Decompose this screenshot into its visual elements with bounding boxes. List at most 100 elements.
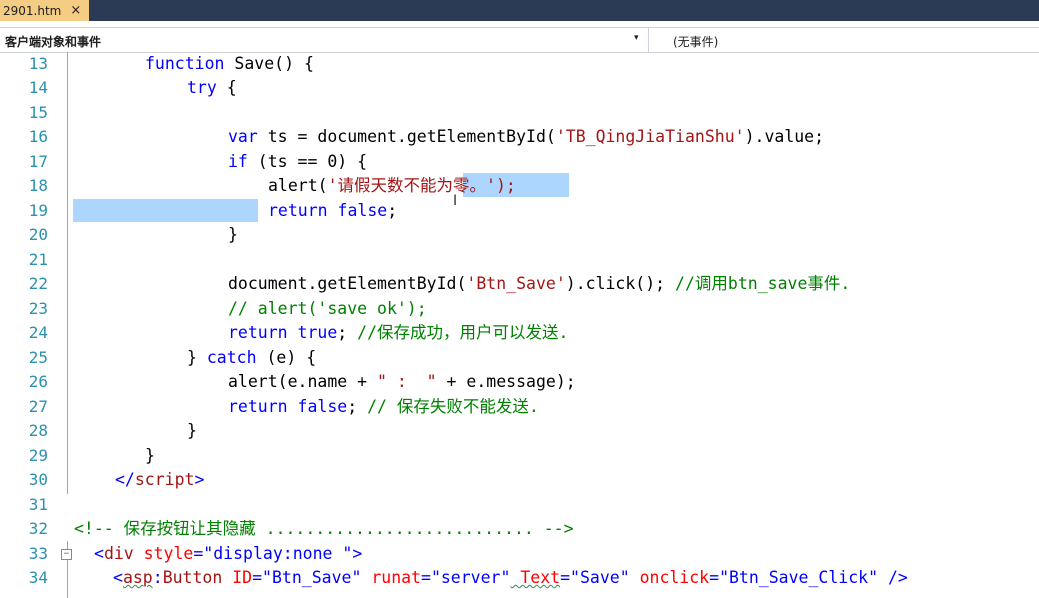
line-number: 23 — [28, 299, 48, 318]
line-number: 22 — [28, 274, 48, 293]
line-number: 26 — [28, 372, 48, 391]
code-text: (ts == 0) { — [247, 152, 368, 171]
code-text: + e.message); — [436, 372, 576, 391]
equals-sign: = — [421, 568, 431, 587]
code-text: } — [187, 348, 207, 367]
code-text: ; — [387, 201, 398, 220]
attribute-value: "Save" — [570, 568, 630, 587]
code-text: ; — [347, 397, 368, 416]
dropdown-arrow-icon[interactable]: ▾ — [634, 33, 639, 43]
line-number: 33 — [28, 544, 48, 563]
tag-name: Button — [162, 568, 223, 587]
close-tab-icon[interactable]: × — [70, 3, 81, 18]
events-dropdown[interactable]: (无事件) — [649, 28, 1039, 52]
attribute-value: "Btn_Save" — [262, 568, 362, 587]
attribute-name: onclick — [629, 568, 710, 587]
keyword: true — [287, 323, 338, 342]
client-objects-dropdown[interactable]: 客户端对象和事件 ▾ — [0, 28, 649, 52]
text-selection — [73, 199, 258, 222]
tag-bracket: < — [113, 568, 123, 587]
tag-bracket: > — [352, 544, 363, 563]
code-text: ).value; — [744, 127, 825, 146]
code-text: } — [187, 421, 197, 440]
attribute-name: Text — [510, 568, 561, 587]
tag-bracket: /> — [878, 568, 908, 587]
line-number: 30 — [28, 470, 48, 489]
tag-prefix: asp — [122, 568, 153, 587]
code-line-19: return false; — [268, 199, 397, 223]
indent-guide — [67, 52, 68, 494]
line-number: 13 — [28, 54, 48, 73]
code-line-25: } catch (e) { — [187, 346, 316, 370]
code-line-23: // alert('save ok'); — [228, 297, 427, 321]
text-cursor-icon: I — [453, 193, 458, 209]
code-line-32: <!-- 保存按钮让其隐藏 ..........................… — [74, 517, 574, 541]
comment: //调用btn_save事件. — [675, 274, 851, 293]
code-line-28: } — [187, 419, 197, 443]
code-text: } — [228, 225, 238, 244]
attribute-name: style — [133, 544, 194, 563]
code-line-34: <asp:Button ID="Btn_Save" runat="server"… — [113, 566, 908, 590]
keyword: try — [187, 78, 217, 97]
code-text: { — [216, 78, 237, 97]
line-number: 25 — [28, 348, 48, 367]
keyword: return — [268, 201, 328, 220]
line-number: 32 — [28, 519, 48, 538]
keyword: return — [228, 323, 288, 342]
code-text: } — [145, 446, 155, 465]
tag-bracket: < — [94, 544, 104, 563]
line-number: 16 — [28, 127, 48, 146]
code-text: ; — [337, 323, 358, 342]
tag-bracket: </ — [115, 470, 135, 489]
line-number: 17 — [28, 152, 48, 171]
code-line-33: <div style="display:none "> — [94, 542, 362, 566]
code-line-17: if (ts == 0) { — [228, 150, 367, 174]
line-number: 29 — [28, 446, 48, 465]
equals-sign: = — [560, 568, 571, 587]
events-dropdown-label: (无事件) — [673, 35, 719, 49]
code-line-29: } — [145, 444, 155, 468]
line-number: 31 — [28, 495, 48, 514]
line-number: 19 — [28, 201, 48, 220]
keyword: var — [228, 127, 258, 146]
code-line-16: var ts = document.getElementById('TB_Qin… — [228, 125, 824, 149]
tag-colon: : — [152, 568, 163, 587]
file-tab-title: 2901.htm — [3, 3, 62, 18]
code-line-30: </script> — [115, 468, 204, 492]
line-number: 15 — [28, 103, 48, 122]
keyword: false — [287, 397, 348, 416]
attribute-value: "display:none " — [203, 544, 353, 563]
attribute-value: "server" — [430, 568, 511, 587]
comment: // 保存失败不能发送. — [367, 397, 539, 416]
line-number: 28 — [28, 421, 48, 440]
code-text: ).click(); — [565, 274, 676, 293]
string-literal: '请假天数不能 — [327, 176, 437, 195]
code-editor[interactable]: 13 14 15 16 17 18 19 20 21 22 23 24 25 2… — [0, 52, 1039, 598]
code-line-13: function Save() { — [145, 52, 314, 76]
string-literal: 'Btn_Save' — [466, 274, 566, 293]
line-number: 21 — [28, 250, 48, 269]
attribute-name: runat — [361, 568, 421, 587]
equals-sign: = — [709, 568, 720, 587]
code-line-14: try { — [187, 76, 237, 100]
collapse-region-icon[interactable]: − — [61, 549, 72, 560]
line-number: 27 — [28, 397, 48, 416]
code-line-24: return true; //保存成功，用户可以发送. — [228, 321, 568, 345]
code-text: ts = document.getElementById( — [257, 127, 556, 146]
keyword: false — [327, 201, 388, 220]
selected-string-literal: 为零。'); — [436, 176, 516, 195]
attribute-value: "Btn_Save_Click" — [719, 568, 879, 587]
code-text: document.getElementById( — [228, 274, 467, 293]
code-line-22: document.getElementById('Btn_Save').clic… — [228, 272, 850, 296]
file-tab[interactable]: 2901.htm × — [0, 0, 90, 21]
line-number: 34 — [28, 568, 48, 587]
line-number: 18 — [28, 176, 48, 195]
code-text: Save() { — [224, 54, 314, 73]
navigation-bar: 客户端对象和事件 ▾ (无事件) — [0, 27, 1039, 53]
code-line-20: } — [228, 223, 238, 247]
tag-bracket: > — [194, 470, 205, 489]
tab-bar: 2901.htm × — [0, 0, 1039, 21]
client-objects-dropdown-label: 客户端对象和事件 — [5, 35, 102, 49]
comment: // alert('save ok'); — [228, 299, 427, 318]
tag-name: div — [103, 544, 134, 563]
